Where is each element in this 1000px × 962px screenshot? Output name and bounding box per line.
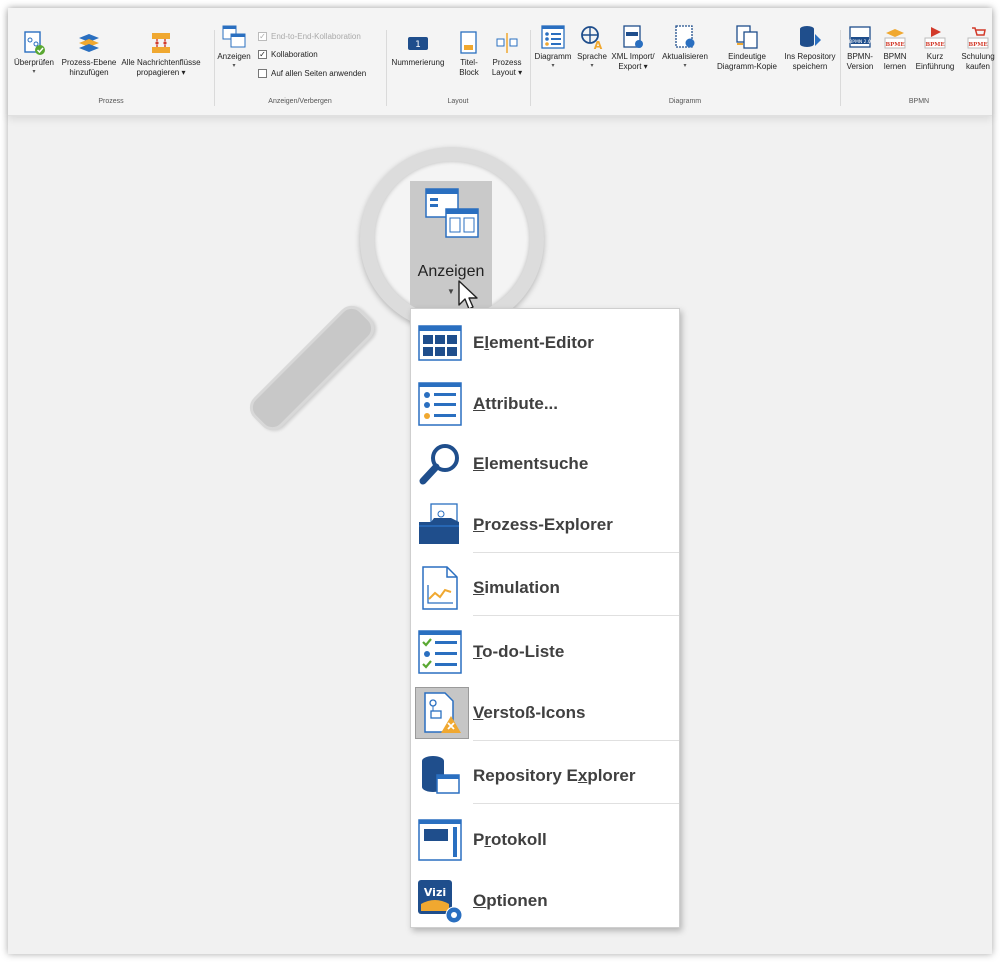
protocol-window-icon (418, 819, 462, 861)
title-block-icon (460, 31, 477, 54)
numbering-icon: 1 (408, 37, 428, 50)
prozess-ebene-button[interactable]: Prozess-Ebene hinzufügen (60, 30, 118, 78)
titel-block-button[interactable]: Titel- Block (452, 30, 486, 78)
ueberpruefen-button[interactable]: Überprüfen ▾ (10, 30, 58, 76)
bpmn-version-button[interactable]: BPMN 2.0 BPMN- Version (842, 24, 878, 72)
violation-icons-icon (424, 692, 461, 733)
menu-item-label: Simulation (473, 578, 560, 597)
menu-item-protokoll[interactable]: Protokoll (411, 812, 679, 868)
check-document-icon (24, 31, 45, 55)
layout-icon (496, 33, 518, 53)
menu-item-repository-explorer[interactable]: Repository Explorer (411, 748, 679, 804)
svg-text:BPME: BPME (925, 42, 944, 48)
anzeigen-dropdown-menu: Element-Editor Attribute... Elementsuche… (410, 308, 680, 928)
attributes-icon (418, 382, 462, 426)
ins-repository-button[interactable]: Ins Repository speichern (782, 24, 838, 72)
menu-item-label: Prozess-Explorer (473, 515, 613, 534)
bpmn-lernen-button[interactable]: BPME BPMN lernen (878, 24, 912, 72)
xml-import-export-button[interactable]: XML Import/Export ▾ (606, 24, 660, 72)
svg-text:1: 1 (415, 40, 421, 50)
group-separator (840, 30, 841, 106)
sprache-button[interactable]: A Sprache ▾ (574, 24, 610, 70)
menu-item-label: Repository Explorer (473, 766, 636, 785)
menu-item-attribute[interactable]: Attribute... (411, 376, 679, 432)
svg-text:BPME: BPME (885, 42, 904, 48)
magnifier-lens: Anzeigen ▼ (374, 161, 530, 317)
message-flow-icon (152, 33, 170, 53)
repository-explorer-icon (422, 756, 460, 794)
menu-separator (473, 552, 679, 553)
aktualisieren-button[interactable]: Aktualisieren ▾ (658, 24, 712, 70)
video-play-icon: BPME (924, 27, 946, 49)
diagramm-button[interactable]: Diagramm ▾ (530, 24, 576, 70)
search-icon (419, 444, 459, 485)
bpmn-version-icon: BPMN 2.0 (849, 26, 871, 48)
alle-seiten-checkbox[interactable]: Auf allen Seiten anwenden (258, 69, 366, 78)
menu-item-simulation[interactable]: Simulation (411, 560, 679, 616)
kurz-einfuehrung-button[interactable]: BPME Kurz Einführung (912, 24, 958, 72)
menu-item-label: Elementsuche (473, 454, 589, 473)
menu-item-label: To-do-Liste (473, 642, 565, 661)
svg-text:Vizi: Vizi (424, 886, 446, 899)
todo-list-icon (418, 630, 462, 674)
group-label-prozess: Prozess (98, 98, 124, 105)
menu-item-elementsuche[interactable]: Elementsuche (411, 436, 679, 492)
diagram-list-icon (541, 25, 565, 49)
menu-separator (473, 615, 679, 616)
menu-item-label: Verstoß-Icons (473, 703, 586, 722)
nummerierung-button[interactable]: 1 Nummerierung (388, 30, 448, 68)
menu-item-verstoss-icons[interactable]: Verstoß-Icons (411, 685, 679, 741)
group-separator (386, 30, 387, 106)
anzeigen-button-magnified[interactable]: Anzeigen ▼ (410, 181, 492, 317)
element-editor-icon (418, 325, 462, 361)
mouse-cursor-icon (458, 280, 478, 310)
shopping-cart-icon: BPME (967, 27, 989, 49)
layers-icon (79, 34, 99, 52)
menu-item-element-editor[interactable]: Element-Editor (411, 315, 679, 371)
menu-item-todo-liste[interactable]: To-do-Liste (411, 624, 679, 680)
menu-separator (473, 803, 679, 804)
menu-item-optionen[interactable]: Vizi Optionen (411, 873, 679, 929)
kollaboration-checkbox[interactable]: ✓ Kollaboration (258, 50, 318, 59)
copy-diagram-icon (736, 25, 758, 49)
language-globe-icon: A (581, 26, 603, 50)
ribbon: Überprüfen ▾ Prozess-Ebene hinzufügen Al… (8, 8, 995, 116)
simulation-chart-icon (422, 566, 458, 610)
group-label-anzeigen: Anzeigen/Verbergen (268, 98, 332, 105)
prozess-layout-button[interactable]: Prozess Layout ▾ (488, 30, 526, 78)
schulung-kaufen-button[interactable]: BPME Schulung kaufen (958, 24, 998, 72)
refresh-icon (675, 25, 695, 48)
menu-separator (473, 740, 679, 741)
eindeutige-kopie-button[interactable]: Eindeutige Diagramm-Kopie (712, 24, 782, 72)
options-gear-icon: Vizi (418, 880, 463, 924)
anzeigen-button[interactable]: Anzeigen ▾ (214, 24, 254, 70)
nachrichtenfluesse-button[interactable]: Alle Nachrichtenflüsse propagieren ▾ (118, 30, 204, 78)
end-to-end-checkbox[interactable]: ✓ End-to-End-Kollaboration (258, 32, 361, 41)
show-panels-icon (222, 25, 246, 48)
group-label-bpmn: BPMN (908, 98, 930, 105)
chevron-down-icon: ▼ (447, 287, 455, 296)
graduation-cap-icon: BPME (884, 29, 906, 49)
anzeigen-label-magnified: Anzeigen (417, 263, 485, 280)
menu-item-label: Protokoll (473, 830, 547, 849)
menu-item-prozess-explorer[interactable]: Prozess-Explorer (411, 497, 679, 553)
svg-text:BPMN 2.0: BPMN 2.0 (849, 39, 871, 45)
process-explorer-icon (419, 503, 459, 544)
group-label-layout: Layout (447, 98, 469, 105)
group-label-diagramm: Diagramm (668, 98, 702, 105)
svg-text:A: A (594, 39, 603, 50)
menu-item-label: Element-Editor (473, 333, 594, 352)
show-panels-icon (425, 188, 479, 238)
menu-item-label: Optionen (473, 891, 548, 910)
menu-item-label: Attribute... (473, 394, 558, 413)
svg-text:BPME: BPME (968, 42, 987, 48)
repository-save-icon (800, 26, 821, 47)
xml-file-icon (623, 25, 643, 48)
